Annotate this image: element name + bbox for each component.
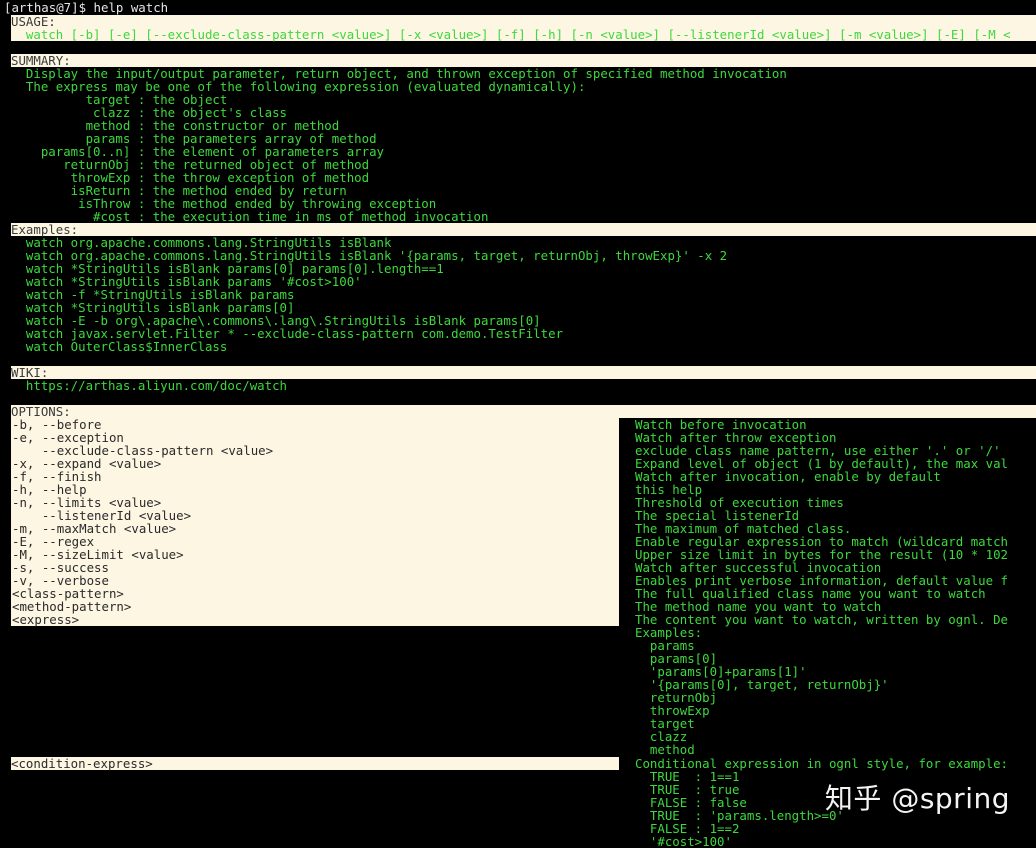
option-description: target — [635, 716, 695, 731]
condition-express-option: <condition-express> — [11, 757, 619, 770]
option-description: method — [635, 742, 695, 757]
watermark-text: 知乎 @spring — [824, 782, 1010, 815]
examples-section: watch org.apache.commons.lang.StringUtil… — [11, 236, 727, 353]
option-flag: -f, --finish — [12, 469, 102, 484]
prompt-command: help watch — [93, 0, 169, 15]
wiki-link[interactable]: https://arthas.aliyun.com/doc/watch — [11, 379, 287, 392]
options-right-column: Watch before invocation Watch after throw… — [635, 418, 1008, 756]
option-flag: <express> — [12, 612, 80, 627]
terminal-window[interactable]: [arthas@7]$ help watch USAGE: watch [-b]… — [0, 0, 1036, 848]
summary-line: #cost : the execution time in ms of meth… — [11, 209, 489, 224]
usage-line: watch [-b] [-e] [--exclude-class-pattern… — [11, 27, 1011, 42]
prompt-user-host: [arthas@7]$ — [4, 0, 87, 15]
summary-section: Display the input/output parameter, retu… — [11, 67, 787, 223]
option-flag: <method-pattern> — [12, 599, 132, 614]
option-flag: -m, --maxMatch <value> — [12, 521, 177, 536]
command-prompt: [arthas@7]$ help watch — [4, 1, 168, 14]
options-left-column: -b, --before -e, --exception --exclude-cl… — [11, 418, 619, 626]
options-header-band — [11, 405, 1036, 418]
example-line: watch OuterClass$InnerClass — [11, 339, 228, 354]
condition-description-line: '#cost>100' — [635, 834, 732, 848]
option-flag: -x, --expand <value> — [12, 456, 162, 471]
